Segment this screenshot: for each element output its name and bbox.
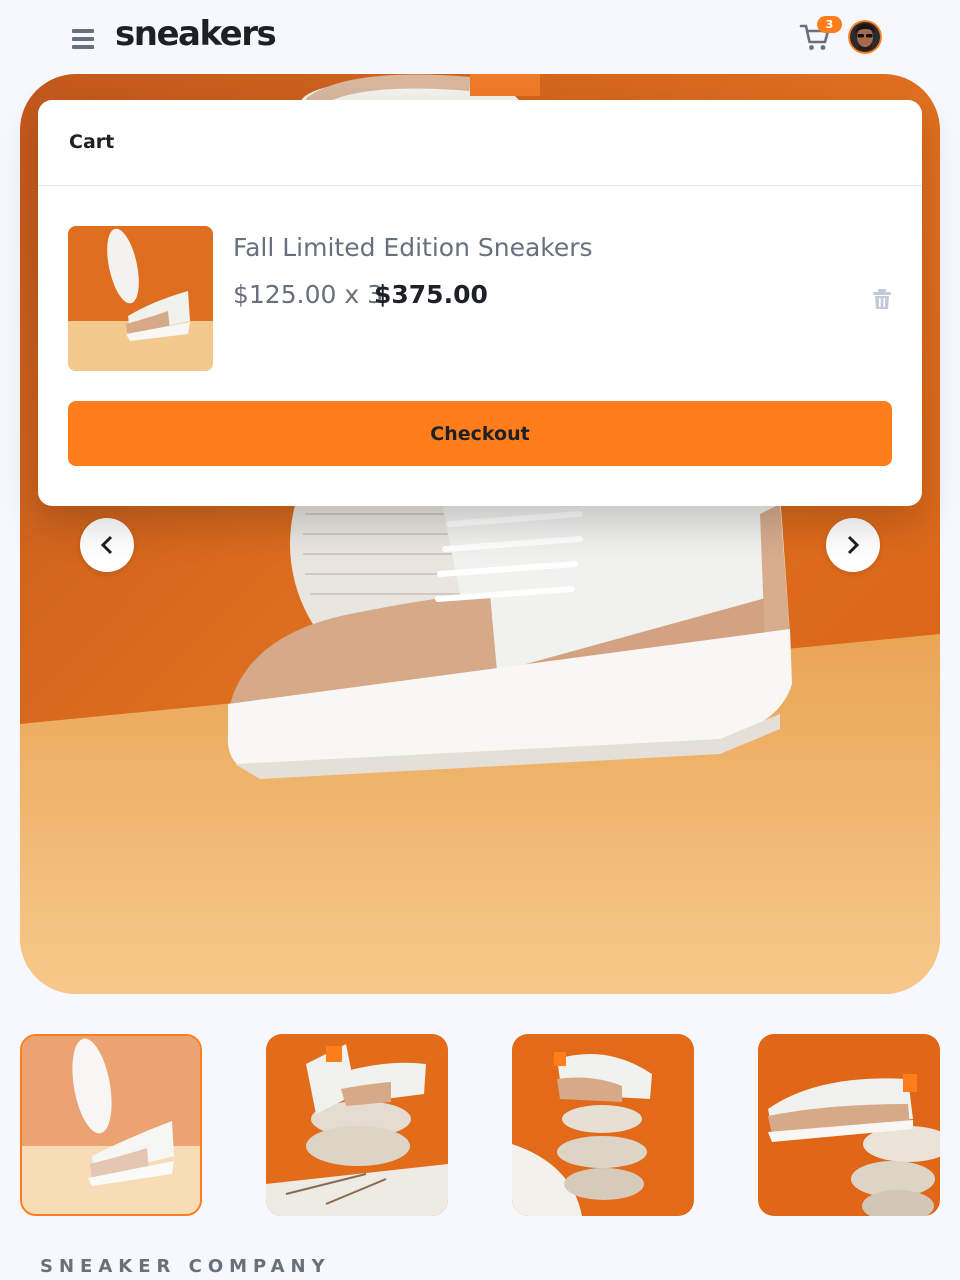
cart-count-badge: 3	[817, 16, 842, 33]
thumbnail-2[interactable]	[266, 1034, 448, 1216]
cart-title: Cart	[69, 131, 115, 153]
next-image-button[interactable]	[826, 518, 880, 572]
cart-item-unit-price: $125.00 x 3	[233, 280, 383, 309]
thumbnail-4[interactable]	[758, 1034, 940, 1216]
cart-item-total: $375.00	[374, 280, 488, 309]
cart-item-name: Fall Limited Edition Sneakers	[233, 233, 593, 262]
checkout-button[interactable]: Checkout	[68, 401, 892, 466]
chevron-right-icon	[847, 535, 860, 555]
chevron-left-icon	[100, 535, 113, 555]
thumbnail-3[interactable]	[512, 1034, 694, 1216]
previous-image-button[interactable]	[80, 518, 134, 572]
menu-icon[interactable]	[72, 29, 94, 49]
brand-logo[interactable]: sneakers	[115, 14, 277, 54]
trash-icon[interactable]	[872, 288, 892, 310]
thumbnail-1[interactable]	[20, 1034, 202, 1216]
cart-item-thumbnail	[68, 226, 213, 371]
avatar[interactable]	[848, 20, 882, 54]
cart-divider	[38, 185, 922, 186]
brand-label: SNEAKER COMPANY	[40, 1256, 331, 1277]
site-header: sneakers 3	[0, 0, 960, 76]
